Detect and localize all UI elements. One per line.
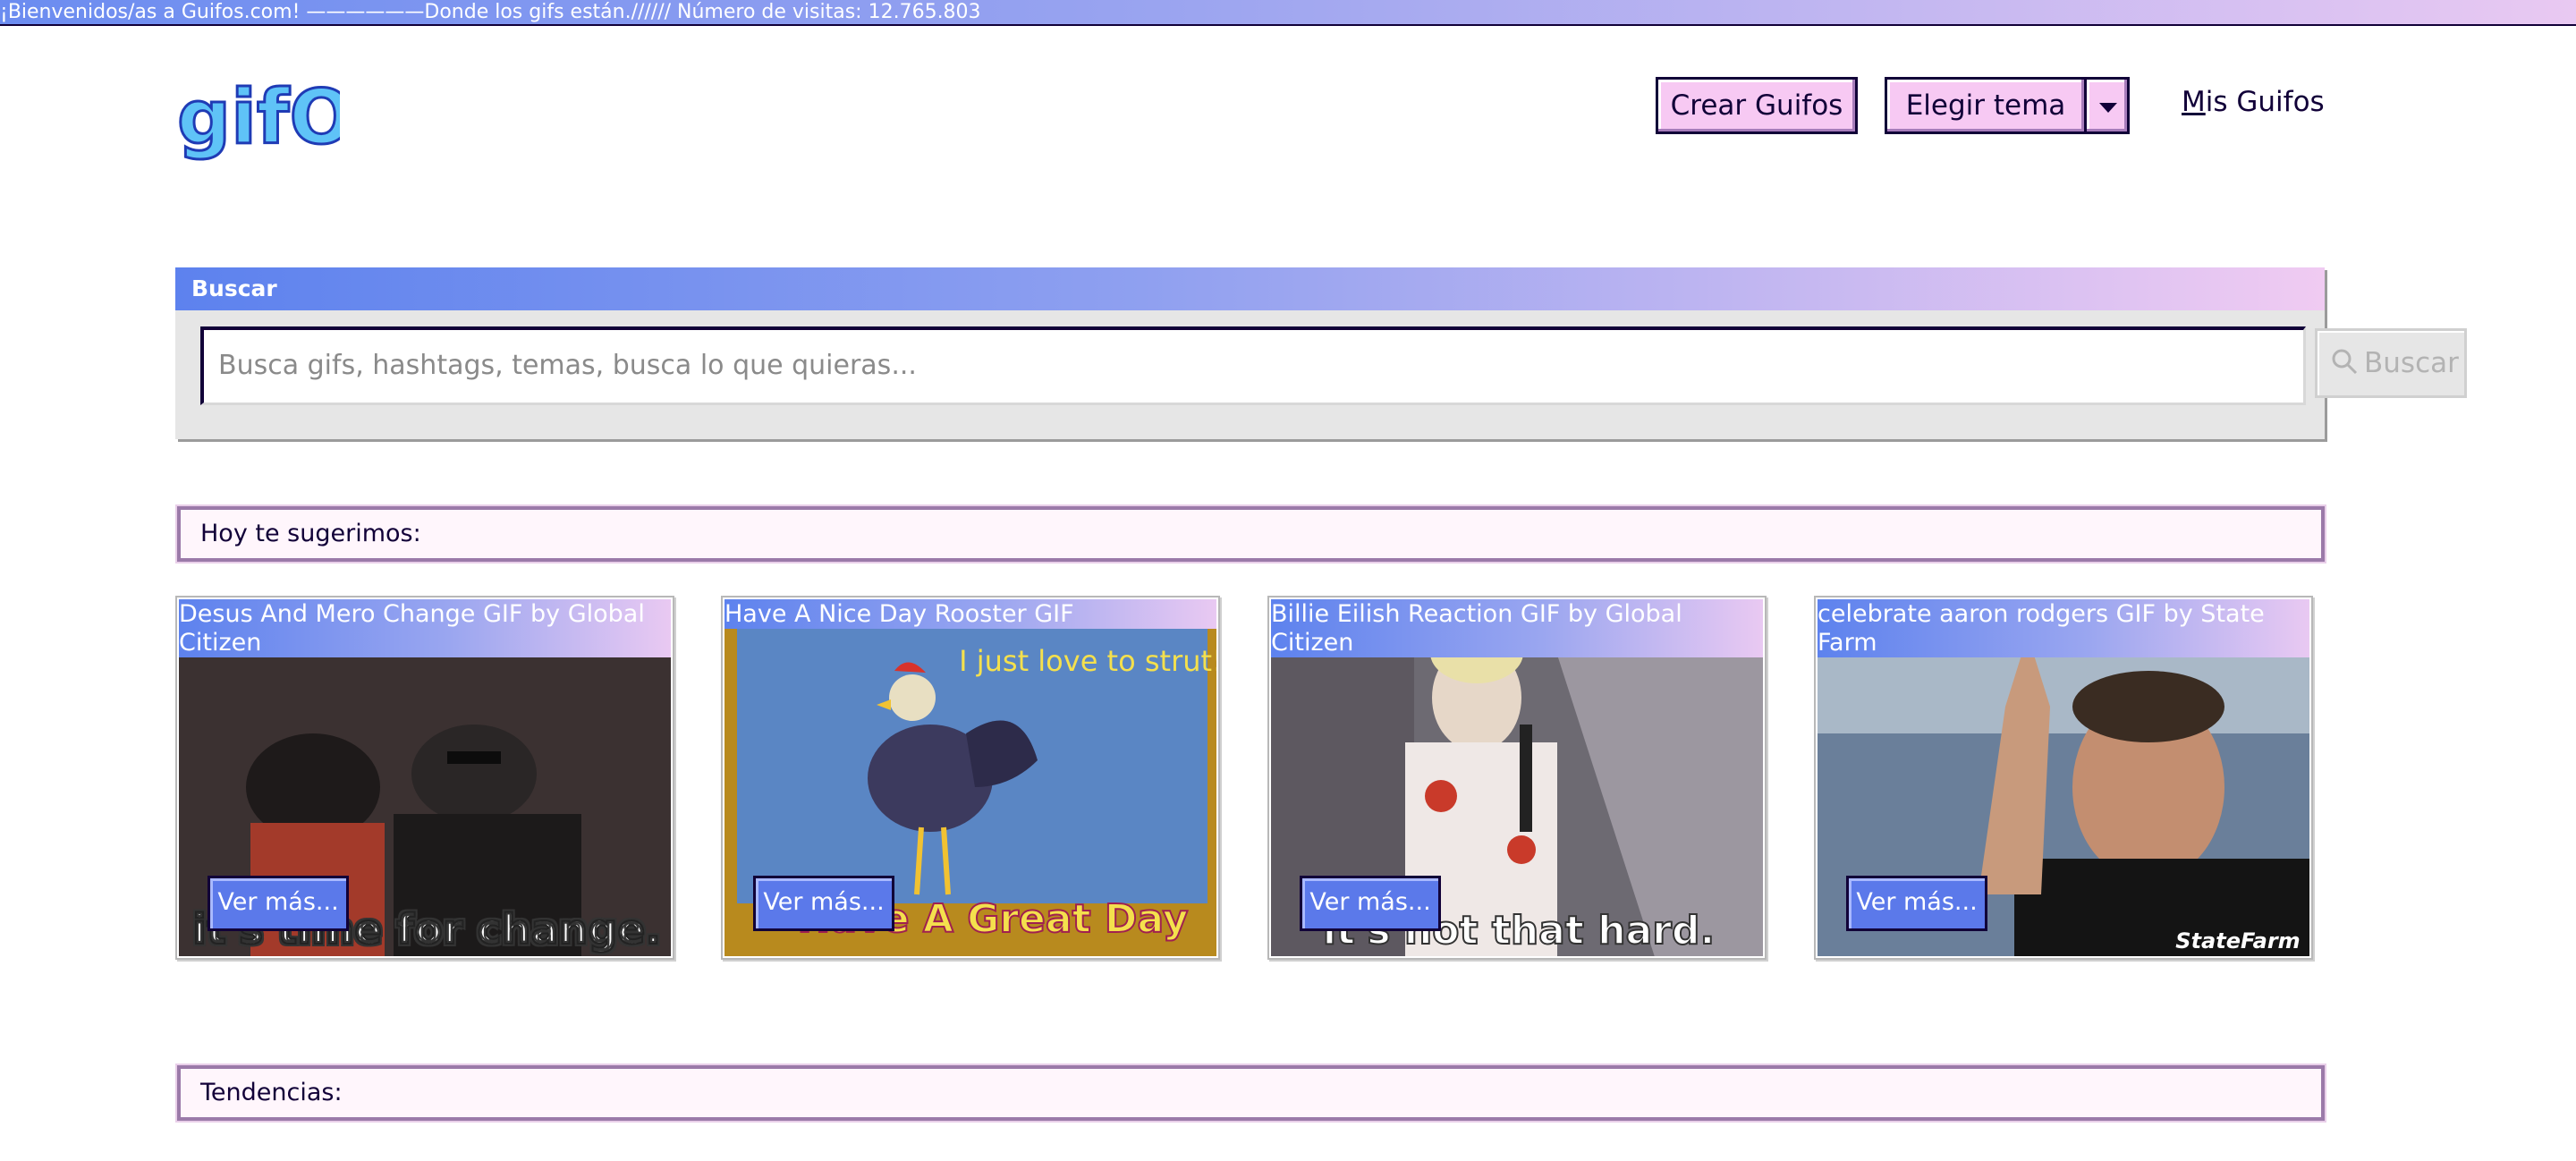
search-icon: [2332, 349, 2358, 375]
search-button[interactable]: Buscar: [2315, 328, 2467, 398]
welcome-marquee: ¡Bienvenidos/as a Guifos.com! ——————Dond…: [0, 0, 2576, 26]
gifos-logo[interactable]: gifOS: [175, 72, 409, 163]
search-input[interactable]: Busca gifs, hashtags, temas, busca lo qu…: [200, 326, 2306, 405]
search-button-label: Buscar: [2364, 347, 2459, 379]
mis-guifos-access-key: M: [2182, 86, 2206, 118]
gif-card[interactable]: I just love to strut! Have A Great Day H…: [721, 596, 1220, 960]
gif-title: Desus And Mero Change GIF by Global Citi…: [179, 599, 671, 657]
suggest-heading: Hoy te sugerimos:: [177, 506, 2325, 562]
ver-mas-button[interactable]: Ver más...: [1846, 876, 1987, 931]
theme-dropdown-toggle[interactable]: [2084, 77, 2130, 134]
gif-image: I just love to strut! Have A Great Day H…: [724, 599, 1216, 956]
gif-title: Billie Eilish Reaction GIF by Global Cit…: [1271, 599, 1763, 657]
elegir-tema-button[interactable]: Elegir tema: [1885, 77, 2087, 134]
chevron-down-icon: [2099, 103, 2117, 113]
gif-image: StateFarm celebrate aaron rodgers GIF by…: [1818, 599, 2309, 956]
gif-overlay-text: I just love to strut!: [959, 644, 1216, 678]
crear-guifos-button[interactable]: Crear Guifos: [1656, 77, 1858, 134]
trends-heading: Tendencias:: [177, 1065, 2325, 1121]
search-heading: Buscar: [175, 267, 2325, 310]
gif-image: it's time for change. Desus And Mero Cha…: [179, 599, 671, 956]
gif-title: Have A Nice Day Rooster GIF: [724, 599, 1216, 629]
logo-text: gifOS: [177, 73, 340, 161]
ver-mas-button[interactable]: Ver más...: [1300, 876, 1441, 931]
search-panel: Buscar Busca gifs, hashtags, temas, busc…: [175, 267, 2467, 439]
gif-card[interactable]: StateFarm celebrate aaron rodgers GIF by…: [1814, 596, 2313, 960]
gif-image: it's not that hard. Billie Eilish Reacti…: [1271, 599, 1763, 956]
gif-card[interactable]: it's not that hard. Billie Eilish Reacti…: [1267, 596, 1767, 960]
mis-guifos-link[interactable]: Mis Guifos: [2182, 86, 2325, 118]
mis-guifos-label: is Guifos: [2205, 86, 2325, 118]
theme-selector: Elegir tema: [1885, 77, 2130, 134]
gif-card[interactable]: it's time for change. Desus And Mero Cha…: [175, 596, 674, 960]
gif-caption: StateFarm: [2175, 928, 2300, 953]
ver-mas-button[interactable]: Ver más...: [753, 876, 894, 931]
gif-title: celebrate aaron rodgers GIF by State Far…: [1818, 599, 2309, 657]
ver-mas-button[interactable]: Ver más...: [208, 876, 349, 931]
